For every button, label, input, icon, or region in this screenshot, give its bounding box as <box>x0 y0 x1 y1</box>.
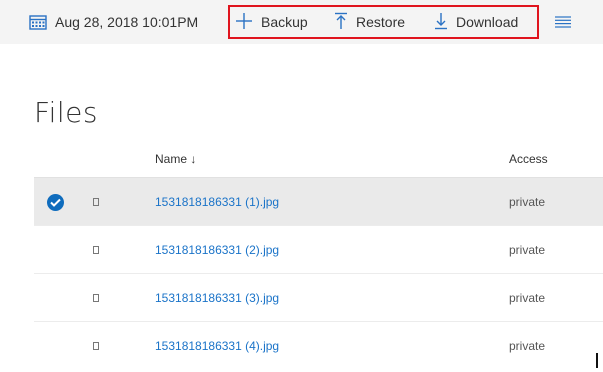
column-header-access[interactable]: Access <box>509 152 548 166</box>
file-name-link[interactable]: 1531818186331 (4).jpg <box>155 339 279 353</box>
text-cursor <box>596 353 598 368</box>
file-icon <box>93 342 99 350</box>
access-value: private <box>509 195 546 209</box>
file-name-link[interactable]: 1531818186331 (3).jpg <box>155 291 279 305</box>
calendar-icon <box>29 0 47 44</box>
backup-date: Aug 28, 2018 10:01PM <box>55 14 199 30</box>
upload-icon <box>334 12 348 33</box>
file-icon <box>93 294 99 302</box>
table-row[interactable]: 1531818186331 (2).jpg private <box>34 226 603 274</box>
download-icon <box>434 12 448 33</box>
access-value: private <box>509 243 546 257</box>
backup-label: Backup <box>261 14 308 30</box>
download-button[interactable]: Download <box>434 0 518 44</box>
file-icon <box>93 198 99 206</box>
plus-icon <box>235 12 253 33</box>
list-view-icon[interactable] <box>555 0 571 44</box>
backup-button[interactable]: Backup <box>235 0 308 44</box>
access-value: private <box>509 339 546 353</box>
checkmark-icon[interactable] <box>47 194 64 211</box>
file-icon <box>93 246 99 254</box>
table-row[interactable]: 1531818186331 (4).jpg private <box>34 322 603 370</box>
restore-label: Restore <box>356 14 406 30</box>
table-row[interactable]: 1531818186331 (3).jpg private <box>34 274 603 322</box>
page-title: Files <box>34 96 98 129</box>
column-header-name[interactable]: Name ↓ <box>155 152 196 166</box>
file-name-link[interactable]: 1531818186331 (2).jpg <box>155 243 279 257</box>
toolbar: Aug 28, 2018 10:01PM Backup Restore Down… <box>0 0 603 44</box>
file-name-link[interactable]: 1531818186331 (1).jpg <box>155 195 279 209</box>
table-row[interactable]: 1531818186331 (1).jpg private <box>34 178 603 226</box>
restore-button[interactable]: Restore <box>334 0 405 44</box>
access-value: private <box>509 291 546 305</box>
download-label: Download <box>456 14 519 30</box>
